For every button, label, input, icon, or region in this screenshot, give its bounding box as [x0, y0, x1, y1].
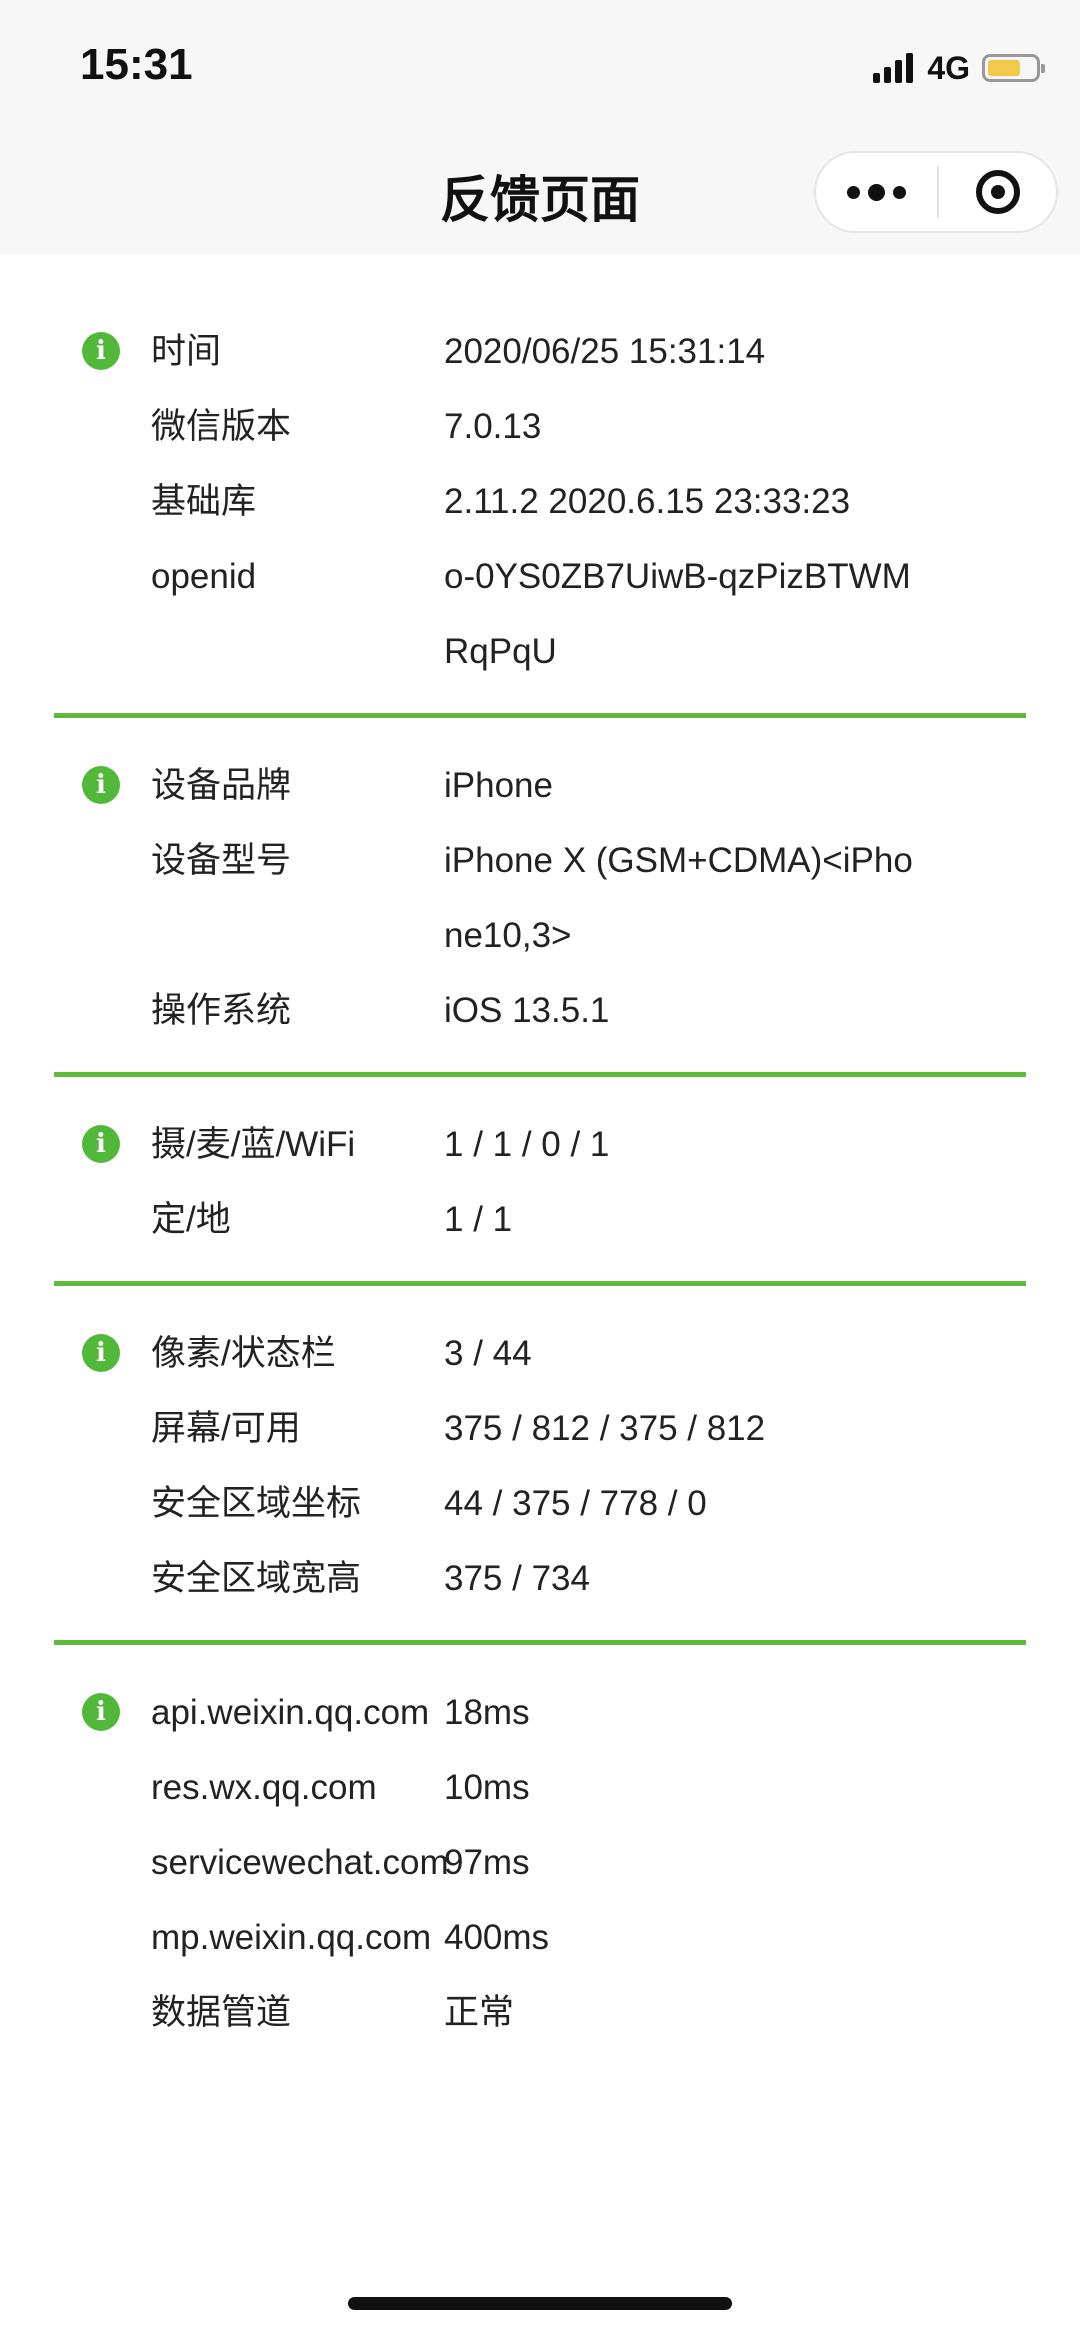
info-row: 操作系统 iOS 13.5.1: [54, 973, 1026, 1048]
home-indicator: [348, 2297, 732, 2310]
info-value: 7.0.13: [444, 407, 542, 446]
info-value: iOS 13.5.1: [444, 991, 610, 1030]
info-icon: i: [82, 1125, 120, 1163]
info-value: 1 / 1: [444, 1200, 513, 1239]
info-icon: i: [82, 1334, 120, 1372]
info-label: 安全区域坐标: [151, 1484, 362, 1523]
info-row: res.wx.qq.com 10ms: [54, 1750, 1026, 1825]
info-row: 安全区域坐标 44 / 375 / 778 / 0: [54, 1466, 1026, 1541]
info-label: 安全区域宽高: [151, 1559, 362, 1598]
info-section: i 像素/状态栏 3 / 44 屏幕/可用 375 / 812 / 375 / 812 安…: [54, 1286, 1026, 1645]
info-value: 3 / 44: [444, 1334, 532, 1373]
info-row: openid o-0YS0ZB7UiwB-qzPizBTWMRqPqU: [54, 539, 1026, 689]
capsule-menu: [814, 151, 1058, 233]
target-circle-icon[interactable]: [939, 153, 1056, 231]
info-value: 375 / 812 / 375 / 812: [444, 1409, 766, 1448]
info-row: api.weixin.qq.com 18ms: [54, 1675, 1026, 1750]
info-row: 设备型号 iPhone X (GSM+CDMA)<iPhone10,3>: [54, 823, 1026, 973]
info-label: 设备型号: [151, 841, 292, 880]
info-row: 微信版本 7.0.13: [54, 389, 1026, 464]
info-value: 2020/06/25 15:31:14: [444, 332, 766, 371]
info-row: mp.weixin.qq.com 400ms: [54, 1900, 1026, 1975]
info-value: 10ms: [444, 1768, 530, 1807]
info-value: 正常: [444, 1993, 515, 2032]
info-value: 18ms: [444, 1693, 530, 1732]
navigation-bar: 反馈页面: [0, 130, 1080, 254]
info-section: i api.weixin.qq.com 18ms res.wx.qq.com 10ms s…: [54, 1645, 1026, 2074]
info-row: 摄/麦/蓝/WiFi 1 / 1 / 0 / 1: [54, 1107, 1026, 1182]
info-row: 屏幕/可用 375 / 812 / 375 / 812: [54, 1391, 1026, 1466]
info-value: 1 / 1 / 0 / 1: [444, 1125, 610, 1164]
more-dots-icon[interactable]: [816, 153, 937, 231]
info-label: 屏幕/可用: [151, 1409, 301, 1448]
feedback-info-list: i 时间 2020/06/25 15:31:14 微信版本 7.0.13 基础库 2.11.…: [0, 254, 1080, 2074]
status-time: 15:31: [80, 40, 193, 89]
info-row: 定/地 1 / 1: [54, 1182, 1026, 1257]
info-row: 像素/状态栏 3 / 44: [54, 1316, 1026, 1391]
info-value: 97ms: [444, 1843, 530, 1882]
info-row: 时间 2020/06/25 15:31:14: [54, 314, 1026, 389]
info-row: 数据管道 正常: [54, 1975, 1026, 2050]
info-icon: i: [82, 1693, 120, 1731]
info-label: 基础库: [151, 482, 257, 521]
status-indicators: 4G: [873, 48, 1045, 88]
info-value: iPhone X (GSM+CDMA)<iPhone10,3>: [444, 841, 913, 955]
info-label: res.wx.qq.com: [151, 1768, 377, 1807]
signal-icon: [873, 53, 917, 83]
info-section: i 时间 2020/06/25 15:31:14 微信版本 7.0.13 基础库 2.11.…: [54, 254, 1026, 718]
info-value: 2.11.2 2020.6.15 23:33:23: [444, 482, 851, 521]
info-label: 微信版本: [151, 407, 292, 446]
status-bar: 15:31 4G: [0, 0, 1080, 130]
info-value: 44 / 375 / 778 / 0: [444, 1484, 707, 1523]
info-icon: i: [82, 332, 120, 370]
info-label: 操作系统: [151, 991, 292, 1030]
info-value: o-0YS0ZB7UiwB-qzPizBTWMRqPqU: [444, 557, 911, 671]
info-label: 定/地: [151, 1200, 231, 1239]
network-type: 4G: [927, 49, 970, 86]
info-label: openid: [151, 557, 257, 596]
battery-icon: [982, 54, 1045, 82]
info-value: 400ms: [444, 1918, 550, 1957]
info-value: 375 / 734: [444, 1559, 590, 1598]
info-icon: i: [82, 766, 120, 804]
info-label: servicewechat.com: [151, 1843, 449, 1882]
info-section: i 设备品牌 iPhone 设备型号 iPhone X (GSM+CDMA)<iPhon…: [54, 718, 1026, 1077]
info-label: 数据管道: [151, 1993, 292, 2032]
info-section: i 摄/麦/蓝/WiFi 1 / 1 / 0 / 1 定/地 1 / 1: [54, 1077, 1026, 1286]
info-label: mp.weixin.qq.com: [151, 1918, 432, 1957]
info-row: 基础库 2.11.2 2020.6.15 23:33:23: [54, 464, 1026, 539]
info-value: iPhone: [444, 766, 553, 805]
info-row: 设备品牌 iPhone: [54, 748, 1026, 823]
info-row: 安全区域宽高 375 / 734: [54, 1541, 1026, 1616]
info-row: servicewechat.com 97ms: [54, 1825, 1026, 1900]
